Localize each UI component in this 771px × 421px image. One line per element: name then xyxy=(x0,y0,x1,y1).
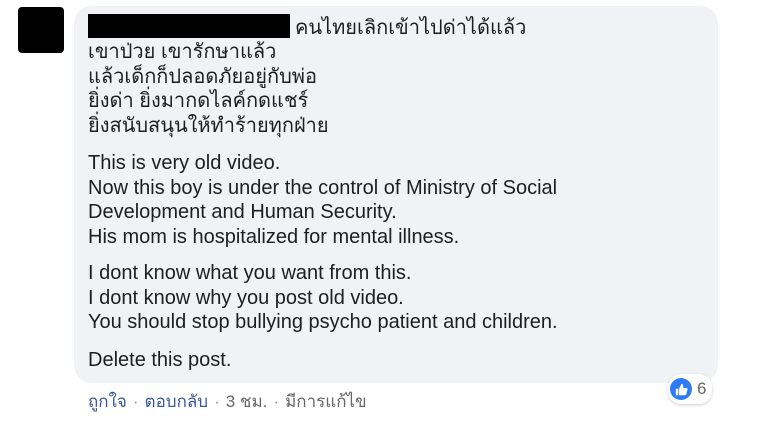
comment-line: You should stop bullying psycho patient … xyxy=(88,311,558,333)
comment-line: แล้วเด็กก็ปลอดภัยอยู่กับพ่อ xyxy=(88,65,318,88)
timestamp-link[interactable]: 3 ชม. xyxy=(226,388,268,415)
comment-paragraph-thai: เขาป่วย เขารักษาแล้ว แล้วเด็กก็ปลอดภัยอย… xyxy=(88,40,329,138)
comment-line: Delete this post. xyxy=(88,349,232,371)
comment-line: This is very old video. xyxy=(88,152,281,174)
comment-line: I dont know what you want from this. xyxy=(88,262,412,284)
avatar[interactable] xyxy=(18,7,64,53)
like-link[interactable]: ถูกใจ xyxy=(88,388,127,415)
comment-line: Now this boy is under the control of Min… xyxy=(88,176,558,199)
comment-actions: ถูกใจ · ตอบกลับ · 3 ชม. · มีการแก้ไข xyxy=(88,388,367,415)
comment-line: ยิ่งสนับสนุนให้ทำร้ายทุกฝ่าย xyxy=(88,114,329,137)
reply-link[interactable]: ตอบกลับ xyxy=(145,388,209,415)
comment-bubble: คนไทยเลิกเข้าไปด่าได้แล้ว เขาป่วย เขารัก… xyxy=(74,6,718,383)
comment-line: His mom is hospitalized for mental illne… xyxy=(88,225,460,248)
thumbs-up-icon xyxy=(675,383,688,395)
comment-paragraph-english-1: This is very old video. Now this boy is … xyxy=(88,151,557,249)
separator-dot: · xyxy=(214,391,220,411)
comment-line: I dont know why you post old video. xyxy=(88,286,404,309)
reaction-count: 6 xyxy=(697,379,707,398)
comment-line: เขาป่วย เขารักษาแล้ว xyxy=(88,41,277,63)
separator-dot: · xyxy=(273,391,280,411)
comment-paragraph-english-3: Delete this post. xyxy=(88,348,231,373)
author-name-redacted[interactable] xyxy=(88,14,290,38)
comment-header-text: คนไทยเลิกเข้าไปด่าได้แล้ว xyxy=(295,17,527,39)
comment-line: ยิ่งด่า ยิ่งมากดไลค์กดแชร์ xyxy=(88,90,309,112)
comment-paragraph-english-2: I dont know what you want from this. I d… xyxy=(88,261,558,335)
comment-line: Development and Human Security. xyxy=(88,201,397,223)
like-icon xyxy=(670,378,692,400)
comment-container: คนไทยเลิกเข้าไปด่าได้แล้ว เขาป่วย เขารัก… xyxy=(0,0,771,421)
separator-dot: · xyxy=(132,391,139,411)
reaction-summary[interactable]: 6 xyxy=(668,374,713,404)
edited-link[interactable]: มีการแก้ไข xyxy=(285,388,367,415)
